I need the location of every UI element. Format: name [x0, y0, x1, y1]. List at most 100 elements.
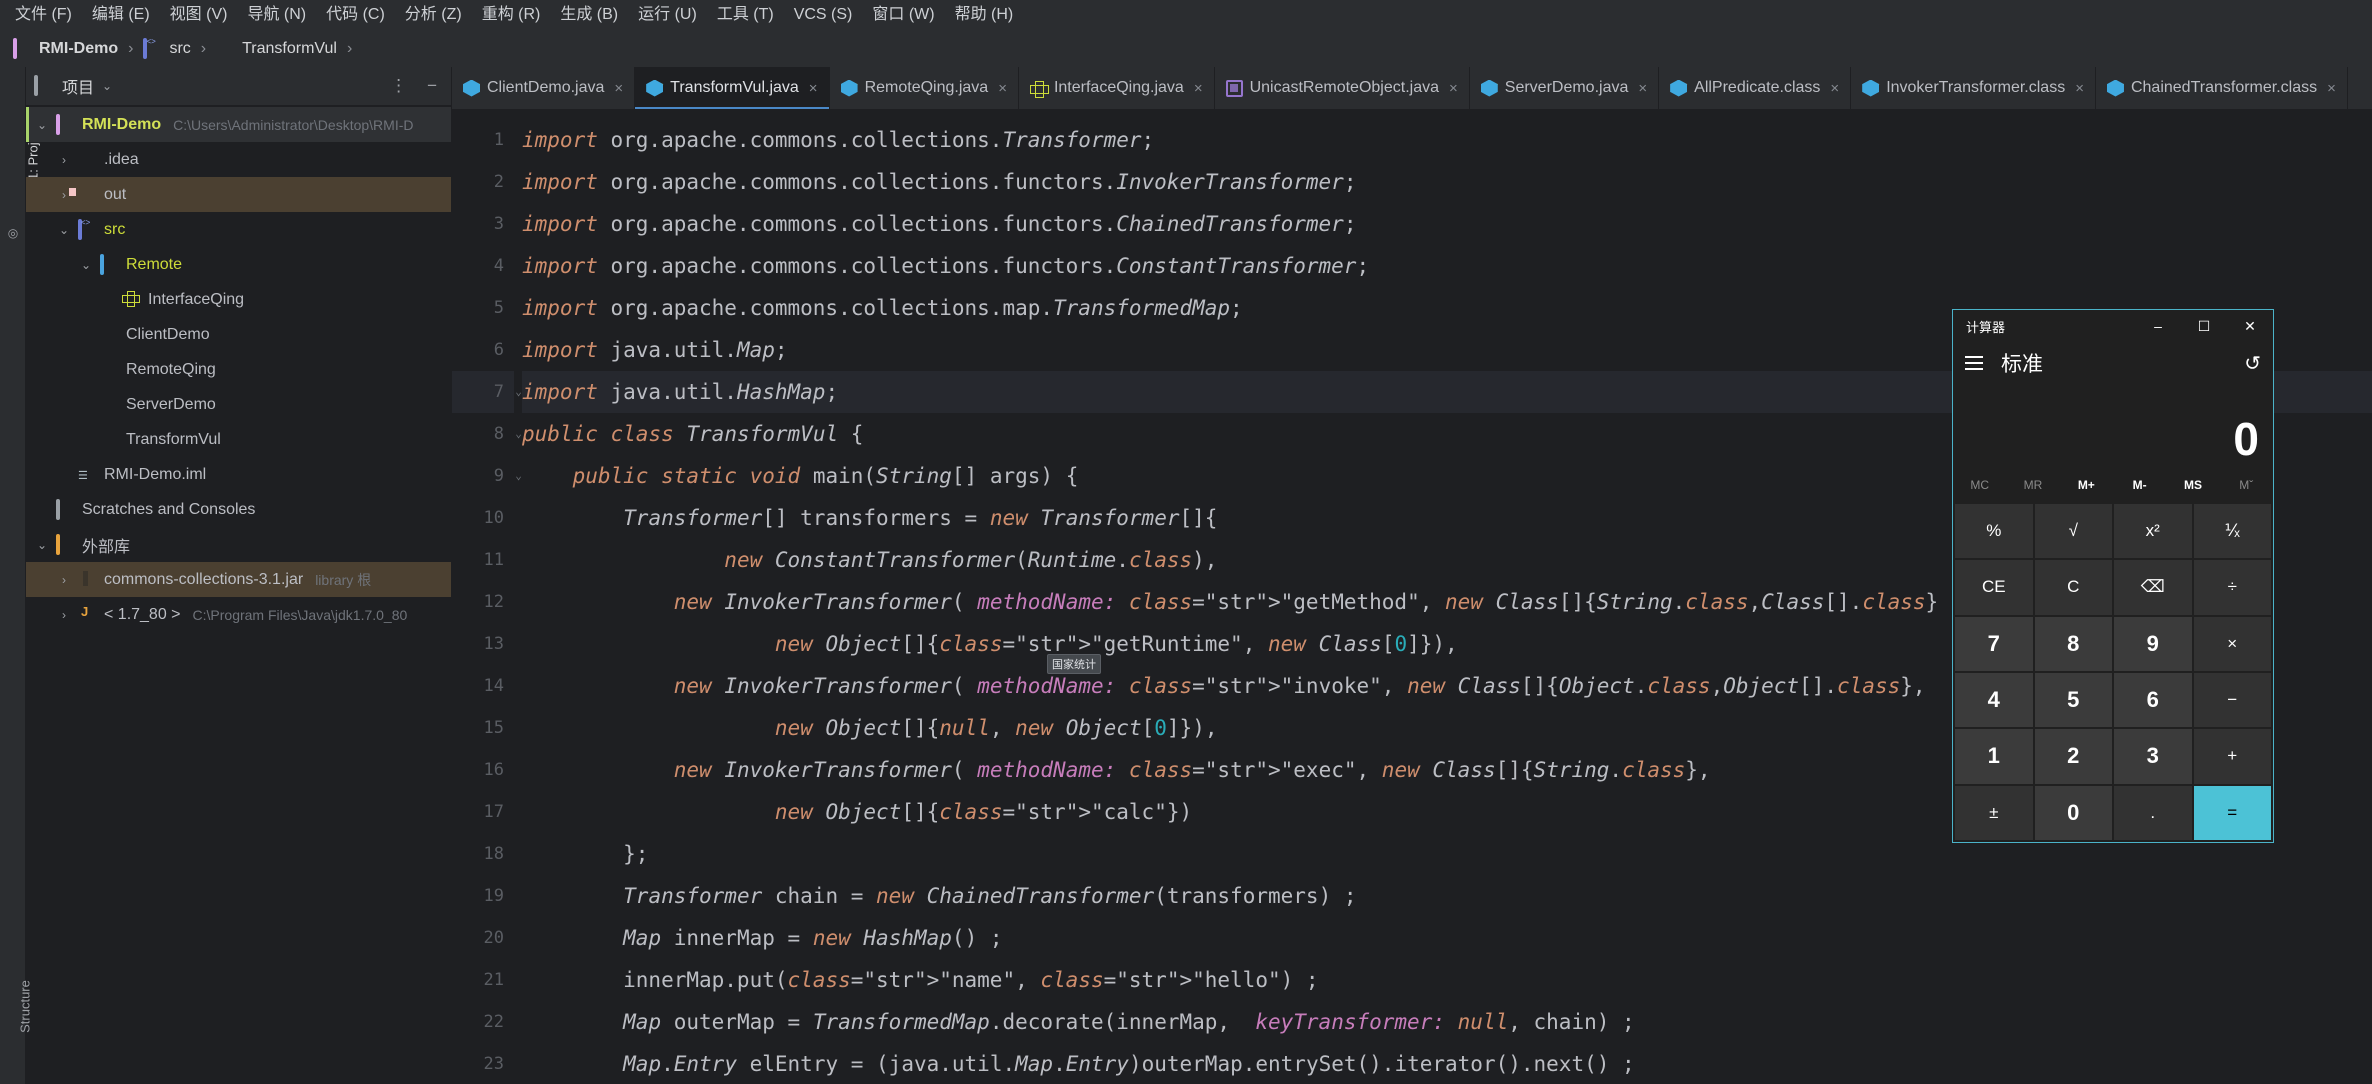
close-icon[interactable]: ×: [1194, 80, 1203, 97]
close-icon[interactable]: ×: [1830, 80, 1839, 97]
code-line[interactable]: Map innerMap = new HashMap() ;: [522, 917, 2372, 959]
breadcrumb-item[interactable]: RMI-Demo: [8, 38, 123, 60]
memory-button[interactable]: M+: [2060, 478, 2113, 492]
minimize-button[interactable]: –: [2135, 310, 2181, 342]
code-line[interactable]: innerMap.put(class="str">"name", class="…: [522, 959, 2372, 1001]
menu-item[interactable]: 代码 (C): [317, 4, 394, 26]
calculator-key-[interactable]: ⌫: [2114, 560, 2192, 615]
calculator-window[interactable]: 计算器 – ☐ ✕ 标准 ↺ 0 MC MR M+ M- MS Mˇ % √ x² ⅟ₓ CE C ⌫…: [1952, 309, 2274, 843]
hamburger-icon[interactable]: [1965, 356, 1983, 370]
code-line[interactable]: import org.apache.commons.collections.fu…: [522, 161, 2372, 203]
close-icon[interactable]: ×: [614, 80, 623, 97]
calculator-key-x[interactable]: x²: [2114, 504, 2192, 559]
editor-tab[interactable]: UnicastRemoteObject.java ×: [1214, 67, 1470, 109]
menu-item[interactable]: 生成 (B): [551, 4, 627, 26]
calculator-key-[interactable]: .: [2114, 785, 2192, 840]
memory-button-row[interactable]: MC MR M+ M- MS Mˇ: [1953, 468, 2273, 502]
editor-tab[interactable]: ClientDemo.java ×: [452, 67, 636, 109]
calculator-key-[interactable]: ⅟ₓ: [2193, 504, 2271, 559]
calculator-key-4[interactable]: 4: [1955, 672, 2033, 728]
menu-item[interactable]: 窗口 (W): [863, 4, 943, 26]
project-tree[interactable]: ⌄ RMI-Demo C:\Users\Administrator\Desktop\…: [26, 105, 451, 1084]
code-line[interactable]: Transformer chain = new ChainedTransform…: [522, 875, 2372, 917]
close-icon[interactable]: ×: [2075, 80, 2084, 97]
tree-item[interactable]: ›ServerDemo: [26, 387, 451, 422]
chevron-down-icon[interactable]: ⌄: [102, 79, 112, 93]
calculator-key-C[interactable]: C: [2034, 560, 2112, 615]
calculator-key-[interactable]: +: [2193, 729, 2271, 784]
calculator-key-3[interactable]: 3: [2114, 729, 2192, 784]
menu-item[interactable]: 视图 (V): [161, 4, 237, 26]
expand-arrow-icon[interactable]: ⌄: [34, 538, 50, 552]
menu-item[interactable]: 重构 (R): [473, 4, 550, 26]
calculator-key-1[interactable]: 1: [1955, 729, 2033, 784]
menu-item[interactable]: 工具 (T): [708, 4, 783, 26]
calculator-key-2[interactable]: 2: [2034, 729, 2112, 784]
collapse-icon[interactable]: −: [421, 76, 443, 96]
code-line[interactable]: Map outerMap = TransformedMap.decorate(i…: [522, 1001, 2372, 1043]
options-icon[interactable]: ⋮: [384, 76, 413, 96]
tree-item[interactable]: › out: [26, 177, 451, 212]
code-fold-icon[interactable]: ⌄: [513, 428, 524, 439]
code-fold-icon[interactable]: ⌄: [513, 470, 524, 481]
calculator-key-0[interactable]: 0: [2034, 785, 2112, 840]
calculator-key-[interactable]: %: [1955, 504, 2033, 559]
editor-tab[interactable]: AllPredicate.class ×: [1659, 67, 1852, 109]
editor-tab[interactable]: InvokerTransformer.class ×: [1851, 67, 2096, 109]
sidebar-item-structure[interactable]: Structure: [18, 952, 33, 1062]
maven-icon[interactable]: ◎: [5, 225, 21, 241]
breadcrumb-item[interactable]: src: [138, 38, 195, 60]
calculator-key-[interactable]: −: [2193, 672, 2271, 728]
calculator-key-7[interactable]: 7: [1955, 616, 2033, 671]
close-icon[interactable]: ×: [1449, 80, 1458, 97]
editor-tab[interactable]: ServerDemo.java ×: [1469, 67, 1660, 109]
tree-item[interactable]: ⌄ Remote: [26, 247, 451, 282]
tree-item[interactable]: › commons-collections-3.1.jar library 根: [26, 562, 451, 597]
memory-button[interactable]: MS: [2166, 478, 2219, 492]
tree-item[interactable]: ›InterfaceQing: [26, 282, 451, 317]
calculator-key-8[interactable]: 8: [2034, 616, 2112, 671]
tree-item[interactable]: ›TransformVul: [26, 422, 451, 457]
editor-tab[interactable]: ChainedTransformer.class ×: [2095, 67, 2348, 109]
tree-item[interactable]: ›Scratches and Consoles: [26, 492, 451, 527]
tree-item[interactable]: ›RemoteQing: [26, 352, 451, 387]
calculator-key-[interactable]: =: [2193, 785, 2271, 840]
tree-item[interactable]: › .idea: [26, 142, 451, 177]
close-button[interactable]: ✕: [2227, 310, 2273, 342]
menu-item[interactable]: 帮助 (H): [946, 4, 1023, 26]
menu-item[interactable]: VCS (S): [785, 4, 862, 26]
editor-tab[interactable]: RemoteQing.java ×: [829, 67, 1019, 109]
expand-arrow-icon[interactable]: ›: [56, 573, 72, 587]
expand-arrow-icon[interactable]: ⌄: [78, 258, 94, 272]
editor-tab-bar[interactable]: ClientDemo.java × TransformVul.java × Remote…: [452, 67, 2372, 109]
tree-item[interactable]: ›☰RMI-Demo.iml: [26, 457, 451, 492]
calculator-key-5[interactable]: 5: [2034, 672, 2112, 728]
editor-tab[interactable]: TransformVul.java ×: [635, 67, 830, 109]
tree-item[interactable]: ⌄ 外部库: [26, 527, 451, 562]
close-icon[interactable]: ×: [1638, 80, 1647, 97]
calculator-key-CE[interactable]: CE: [1955, 560, 2033, 615]
memory-button[interactable]: M-: [2113, 478, 2166, 492]
close-icon[interactable]: ×: [809, 80, 818, 97]
calculator-key-[interactable]: ÷: [2193, 560, 2271, 615]
close-icon[interactable]: ×: [998, 80, 1007, 97]
menu-item[interactable]: 文件 (F): [6, 4, 81, 26]
code-line[interactable]: import org.apache.commons.collections.fu…: [522, 203, 2372, 245]
maximize-button[interactable]: ☐: [2181, 310, 2227, 342]
menu-item[interactable]: 导航 (N): [238, 4, 315, 26]
menu-item[interactable]: 分析 (Z): [396, 4, 471, 26]
tree-item[interactable]: ›ClientDemo: [26, 317, 451, 352]
tree-item[interactable]: ⌄ src: [26, 212, 451, 247]
menu-item[interactable]: 编辑 (E): [83, 4, 159, 26]
tree-item[interactable]: › < 1.7_80 > C:\Program Files\Java\jdk1.7.…: [26, 597, 451, 632]
history-icon[interactable]: ↺: [2244, 351, 2261, 376]
code-line[interactable]: import org.apache.commons.collections.Tr…: [522, 119, 2372, 161]
expand-arrow-icon[interactable]: ⌄: [34, 118, 50, 132]
close-icon[interactable]: ×: [2327, 80, 2336, 97]
calculator-key-6[interactable]: 6: [2114, 672, 2192, 728]
calculator-key-[interactable]: ±: [1955, 785, 2033, 840]
code-line[interactable]: import org.apache.commons.collections.fu…: [522, 245, 2372, 287]
calculator-key-9[interactable]: 9: [2114, 616, 2192, 671]
calculator-key-[interactable]: √: [2034, 504, 2112, 559]
breadcrumb-item[interactable]: TransformVul: [211, 38, 342, 60]
